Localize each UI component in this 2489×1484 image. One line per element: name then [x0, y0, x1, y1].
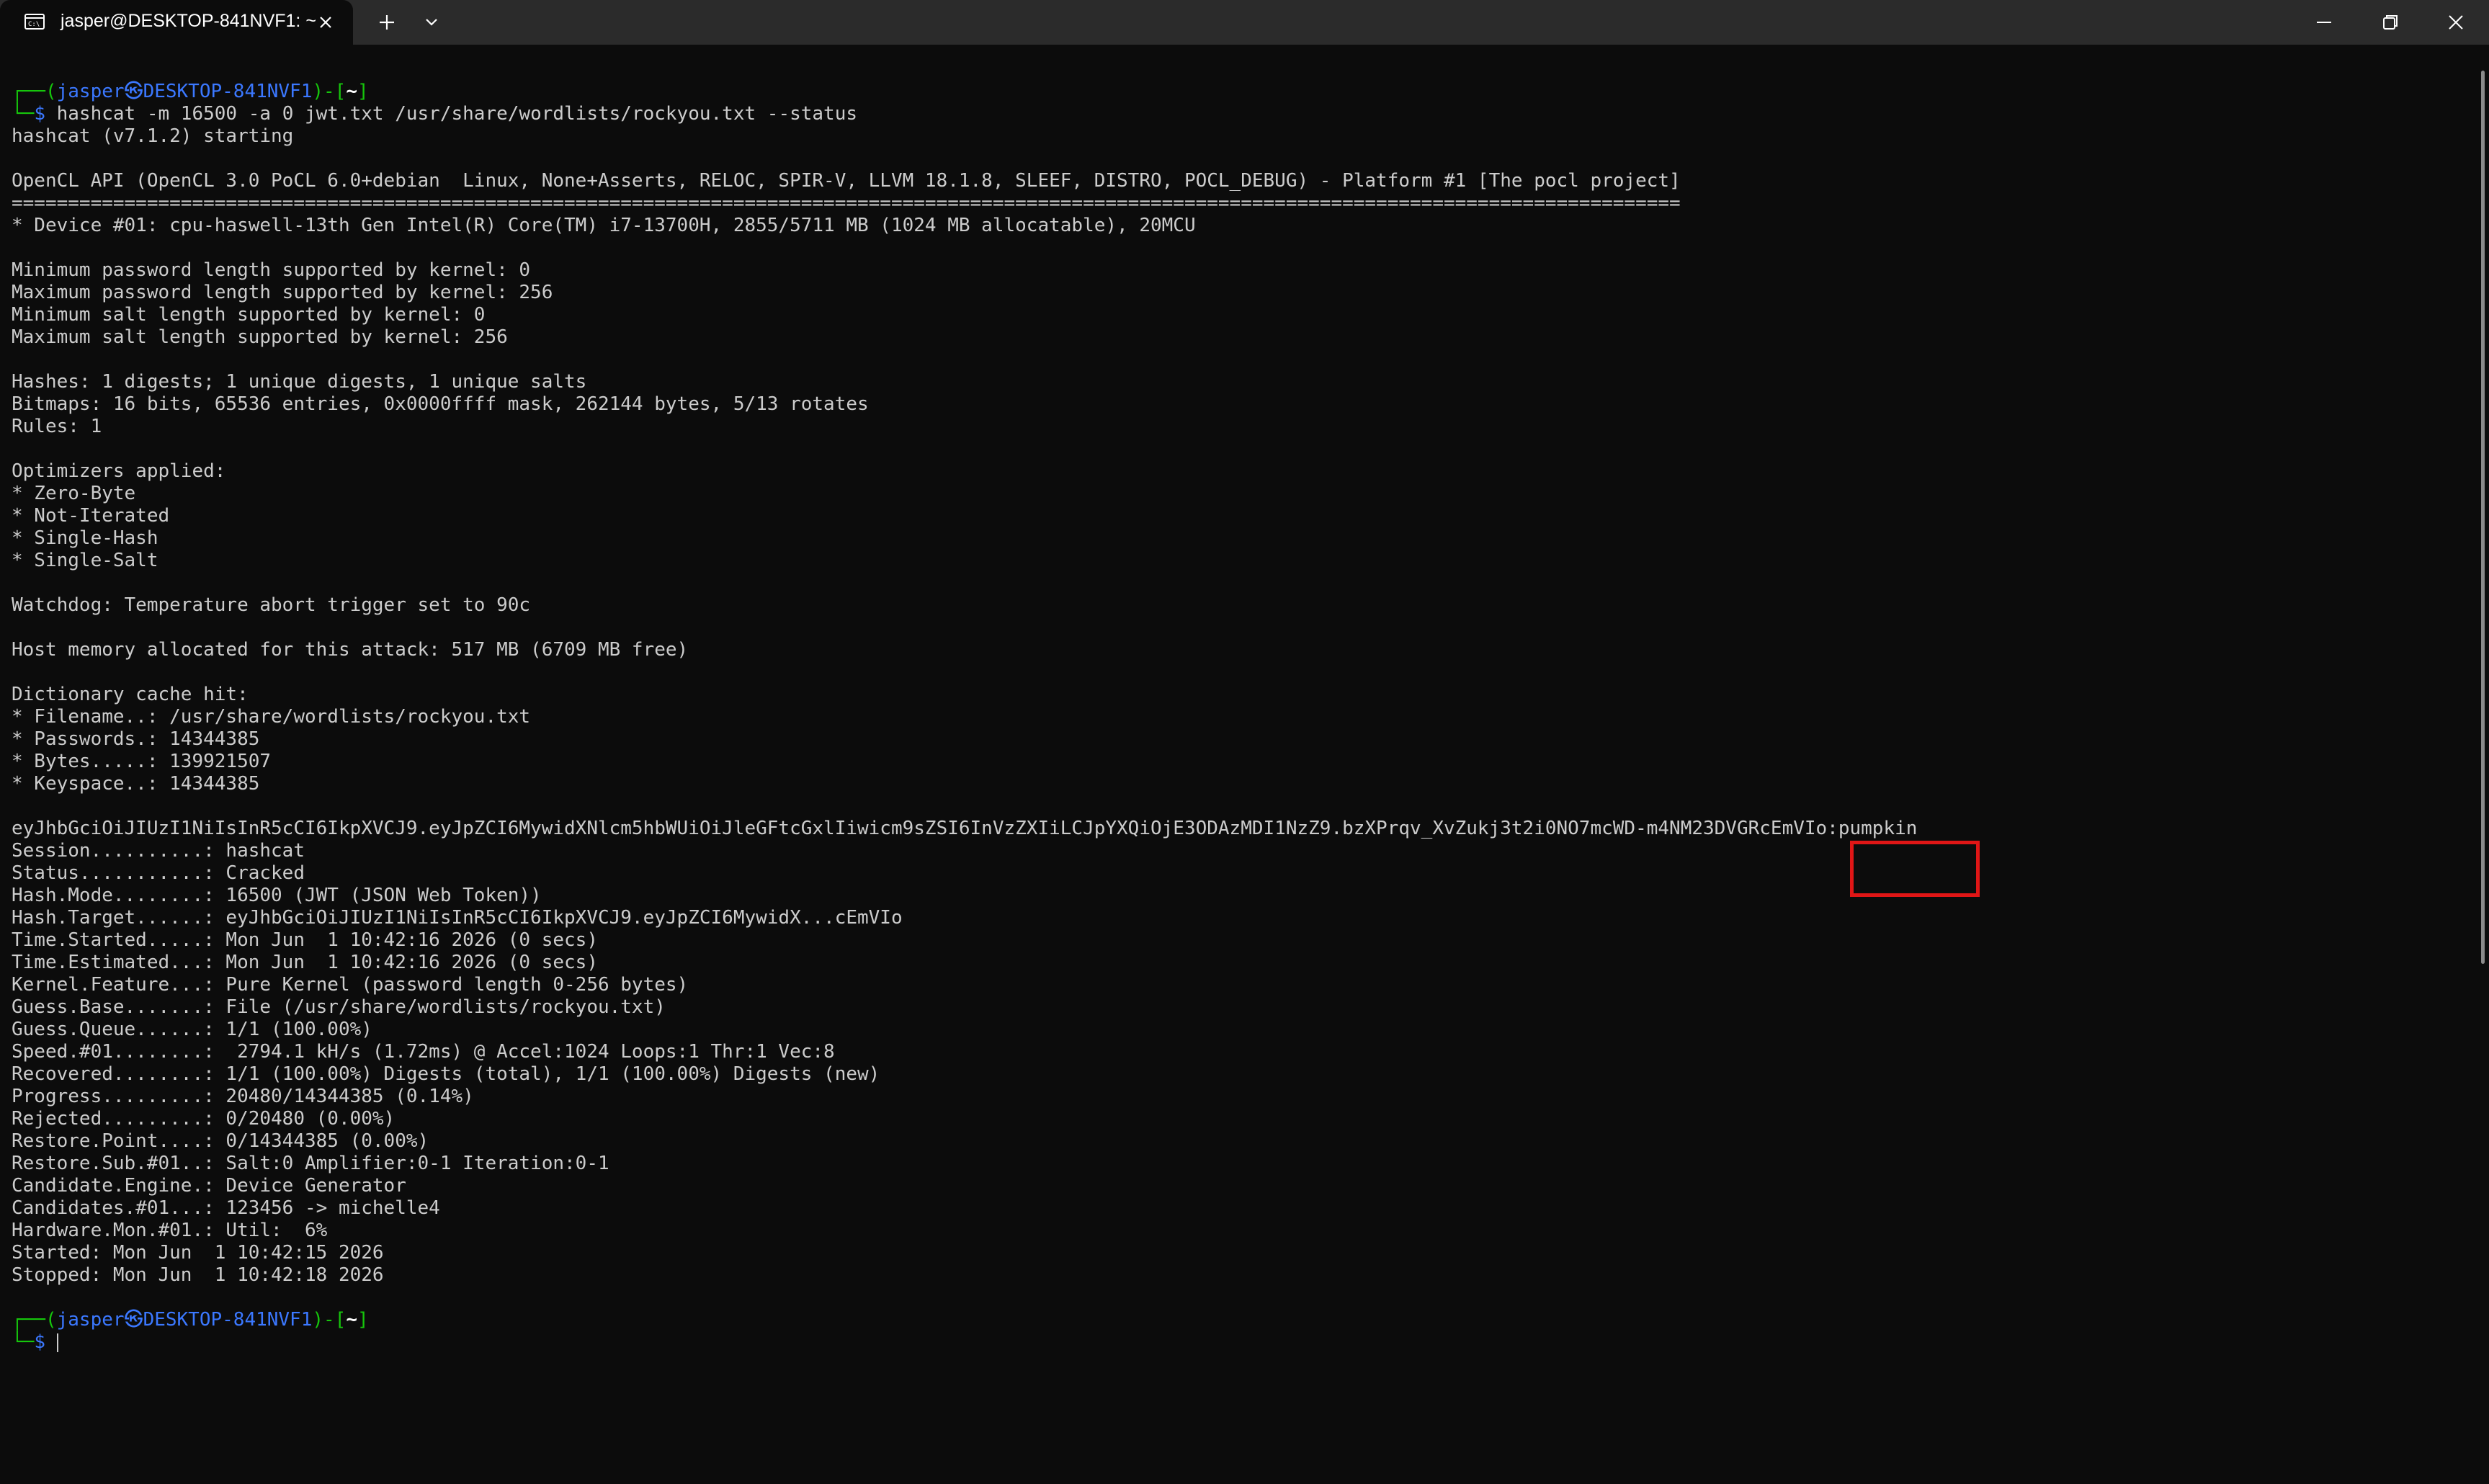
output-line: Minimum password length supported by ker… [12, 259, 531, 281]
output-line: Stopped: Mon Jun 1 10:42:18 2026 [12, 1264, 384, 1286]
output-line: * Passwords.: 14344385 [12, 728, 260, 750]
output-line: Bitmaps: 16 bits, 65536 entries, 0x0000f… [12, 393, 869, 415]
prompt-corner-bottom: └─ [12, 1331, 35, 1353]
prompt-corner: ┌──( [12, 1309, 57, 1331]
prompt-separator: ㉿ [124, 1309, 143, 1331]
prompt-host: DESKTOP-841NVF1 [143, 81, 313, 102]
close-icon[interactable] [316, 12, 336, 32]
terminal-output: ┌──(jasper㉿DESKTOP-841NVF1)-[~] └─$ hash… [12, 81, 1917, 1354]
output-line: Recovered........: 1/1 (100.00%) Digests… [12, 1063, 880, 1085]
output-line: Dictionary cache hit: [12, 684, 249, 705]
output-line: Guess.Base.......: File (/usr/share/word… [12, 996, 666, 1018]
output-line: * Single-Hash [12, 527, 158, 549]
title-bar: C:\ jasper@DESKTOP-841NVF1: ~ [0, 0, 2489, 45]
prompt-end: ] [357, 1309, 369, 1331]
output-line: Maximum salt length supported by kernel:… [12, 326, 508, 348]
terminal-pane[interactable]: ┌──(jasper㉿DESKTOP-841NVF1)-[~] └─$ hash… [0, 45, 2478, 1484]
prompt-mid: )-[ [312, 1309, 347, 1331]
output-line: Speed.#01........: 2794.1 kH/s (1.72ms) … [12, 1041, 835, 1063]
prompt-host: DESKTOP-841NVF1 [143, 1309, 313, 1331]
output-line: Rules: 1 [12, 416, 102, 437]
svg-text:C:\: C:\ [28, 21, 40, 28]
output-line: Hashes: 1 digests; 1 unique digests, 1 u… [12, 371, 587, 393]
prompt-mid: )-[ [312, 81, 347, 102]
scrollbar-thumb[interactable] [2481, 71, 2485, 964]
prompt-user: jasper [56, 1309, 125, 1331]
restore-button[interactable] [2357, 0, 2423, 45]
output-line: Started: Mon Jun 1 10:42:15 2026 [12, 1242, 384, 1264]
output-line: Time.Estimated...: Mon Jun 1 10:42:16 20… [12, 952, 598, 973]
output-line: Kernel.Feature...: Pure Kernel (password… [12, 974, 689, 996]
output-line: Maximum password length supported by ker… [12, 282, 553, 303]
output-line: * Filename..: /usr/share/wordlists/rocky… [12, 706, 531, 728]
command-line-active[interactable]: └─$ [12, 1331, 1917, 1354]
output-line: eyJhbGciOiJIUzI1NiIsInR5cCI6IkpXVCJ9.eyJ… [12, 818, 1918, 839]
minimize-button[interactable] [2291, 0, 2357, 45]
scrollbar[interactable] [2478, 45, 2489, 1484]
hashcat-output: hashcat (v7.1.2) starting OpenCL API (Ope… [12, 125, 1917, 1309]
prompt-dir: ~ [346, 1309, 357, 1331]
minimize-icon [2317, 22, 2331, 23]
close-window-button[interactable] [2423, 0, 2489, 45]
output-line: Hash.Target......: eyJhbGciOiJIUzI1NiIsI… [12, 907, 903, 929]
prompt-line: ┌──(jasper㉿DESKTOP-841NVF1)-[~] [12, 1309, 1917, 1331]
prompt-dollar: $ [34, 103, 57, 125]
output-line: Optimizers applied: [12, 460, 226, 482]
prompt-dollar: $ [34, 1331, 57, 1353]
terminal-icon: C:\ [24, 14, 45, 30]
output-line: Hash.Mode........: 16500 (JWT (JSON Web … [12, 885, 542, 906]
output-line: Minimum salt length supported by kernel:… [12, 304, 486, 326]
output-line: Progress.........: 20480/14344385 (0.14%… [12, 1086, 474, 1107]
prompt-corner: ┌──( [12, 81, 57, 102]
output-line: Guess.Queue......: 1/1 (100.00%) [12, 1019, 372, 1040]
prompt-end: ] [357, 81, 369, 102]
output-line: Restore.Sub.#01..: Salt:0 Amplifier:0-1 … [12, 1153, 609, 1174]
tab-terminal[interactable]: C:\ jasper@DESKTOP-841NVF1: ~ [0, 0, 353, 45]
prompt-user: jasper [56, 81, 125, 102]
output-line: Candidates.#01...: 123456 -> michelle4 [12, 1197, 440, 1219]
tab-title: jasper@DESKTOP-841NVF1: ~ [61, 11, 316, 31]
prompt-dir: ~ [346, 81, 357, 102]
text-cursor [56, 1333, 58, 1352]
cracked-password-highlight [1850, 841, 1980, 897]
output-line: Restore.Point....: 0/14344385 (0.00%) [12, 1130, 429, 1152]
chevron-down-icon[interactable] [419, 10, 444, 35]
output-line: * Bytes.....: 139921507 [12, 751, 272, 772]
output-line: Rejected.........: 0/20480 (0.00%) [12, 1108, 396, 1130]
output-line: * Single-Salt [12, 550, 158, 571]
command-text: hashcat -m 16500 -a 0 jwt.txt /usr/share… [56, 103, 858, 125]
output-line: * Device #01: cpu-haswell-13th Gen Intel… [12, 215, 1196, 236]
plus-icon[interactable] [375, 10, 399, 35]
prompt-line: ┌──(jasper㉿DESKTOP-841NVF1)-[~] [12, 81, 1917, 103]
output-line: * Keyspace..: 14344385 [12, 773, 260, 795]
output-line: Time.Started.....: Mon Jun 1 10:42:16 20… [12, 929, 598, 951]
output-line: Watchdog: Temperature abort trigger set … [12, 594, 531, 616]
output-line: Hardware.Mon.#01.: Util: 6% [12, 1220, 328, 1241]
output-line: * Zero-Byte [12, 483, 136, 504]
output-line: hashcat (v7.1.2) starting [12, 125, 294, 147]
close-icon [2449, 15, 2463, 30]
output-line: Candidate.Engine.: Device Generator [12, 1175, 406, 1197]
output-line: * Not-Iterated [12, 505, 170, 527]
output-line: OpenCL API (OpenCL 3.0 PoCL 6.0+debian L… [12, 170, 1681, 192]
output-line: Session..........: hashcat [12, 840, 305, 862]
prompt-corner-bottom: └─ [12, 103, 35, 125]
output-line: Status...........: Cracked [12, 862, 305, 884]
prompt-separator: ㉿ [124, 81, 143, 102]
output-line: Host memory allocated for this attack: 5… [12, 639, 689, 661]
restore-icon [2383, 15, 2398, 30]
command-line: └─$ hashcat -m 16500 -a 0 jwt.txt /usr/s… [12, 103, 1917, 125]
output-line: ========================================… [12, 192, 1681, 214]
